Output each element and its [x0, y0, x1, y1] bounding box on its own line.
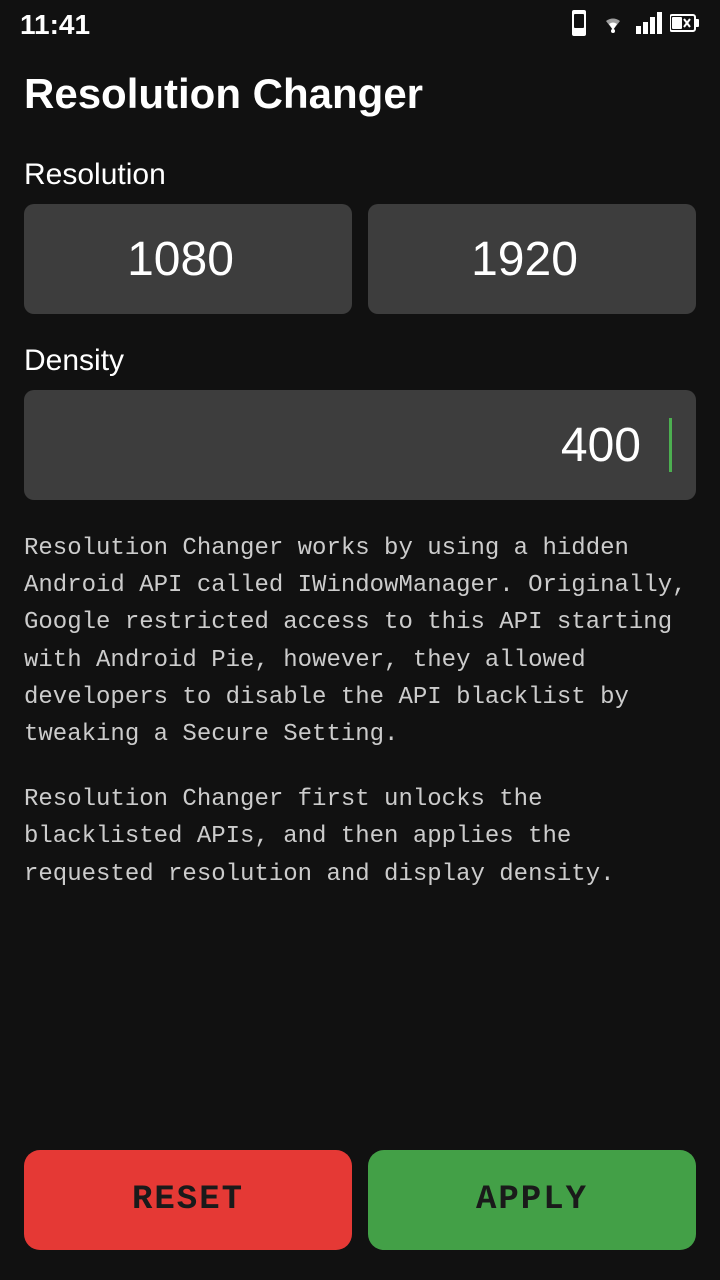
- description-paragraph-1: Resolution Changer works by using a hidd…: [24, 530, 696, 753]
- sim-icon: [568, 10, 590, 41]
- status-icons: [568, 10, 700, 41]
- density-label: Density: [24, 344, 696, 378]
- main-content: Resolution Changer Resolution Density Re…: [0, 50, 720, 1103]
- status-time: 11:41: [20, 9, 90, 41]
- resolution-row: [24, 204, 696, 314]
- description-block: Resolution Changer works by using a hidd…: [24, 530, 696, 893]
- resolution-width-box: [24, 204, 352, 314]
- resolution-height-input[interactable]: [368, 232, 696, 287]
- page-title: Resolution Changer: [24, 70, 696, 118]
- density-input-box: [24, 390, 696, 500]
- reset-button[interactable]: RESET: [24, 1150, 352, 1250]
- signal-icon: [636, 12, 662, 39]
- resolution-label: Resolution: [24, 158, 696, 192]
- cursor-indicator: [669, 418, 672, 472]
- status-bar: 11:41: [0, 0, 720, 50]
- wifi-icon: [598, 12, 628, 39]
- apply-button[interactable]: APPLY: [368, 1150, 696, 1250]
- description-paragraph-2: Resolution Changer first unlocks the bla…: [24, 781, 696, 893]
- density-input[interactable]: [24, 418, 666, 473]
- resolution-height-box: [368, 204, 696, 314]
- resolution-width-input[interactable]: [24, 232, 352, 287]
- battery-icon: [670, 12, 700, 39]
- density-section: Density: [24, 344, 696, 500]
- bottom-buttons: RESET APPLY: [0, 1130, 720, 1280]
- resolution-section: Resolution: [24, 158, 696, 314]
